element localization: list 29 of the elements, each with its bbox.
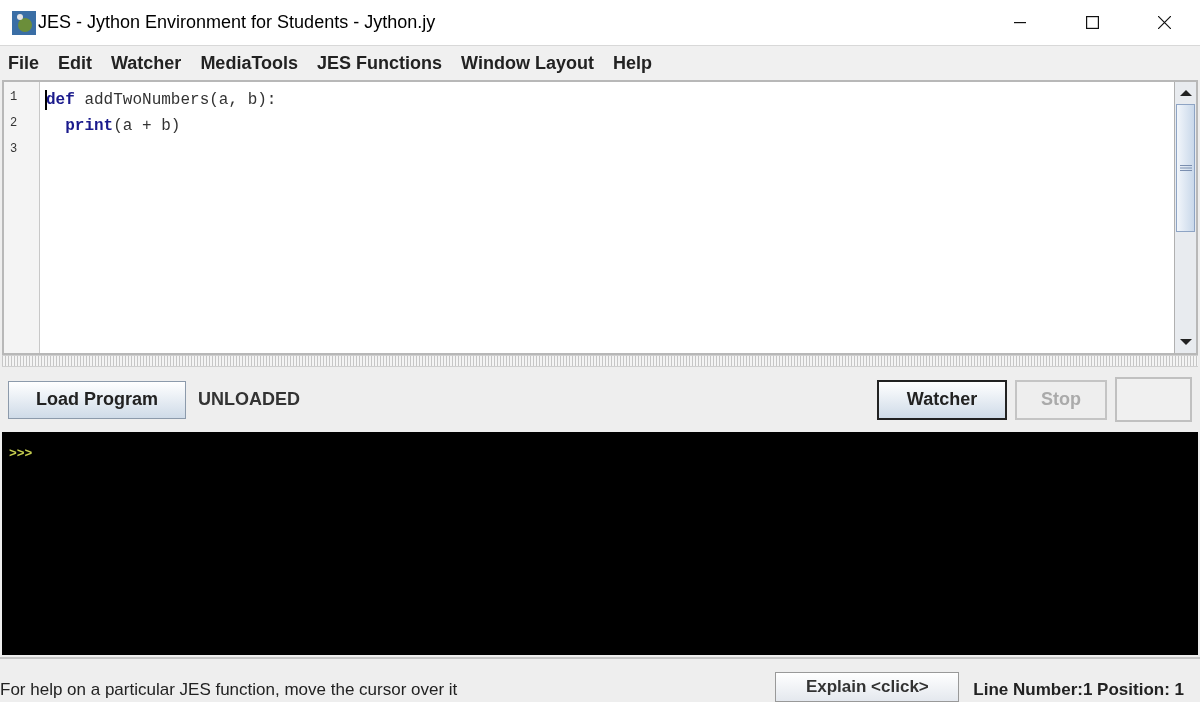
minimize-icon [1014, 21, 1026, 24]
maximize-icon [1085, 16, 1099, 29]
line-number: 1 [9, 89, 19, 106]
scrollbar-thumb[interactable] [1176, 104, 1195, 232]
console-prompt: >>> [9, 446, 33, 461]
menu-item[interactable]: File [8, 49, 39, 77]
code-line: print(a + b) [64, 116, 181, 137]
line-number: 3 [9, 141, 19, 158]
load-status-label: UNLOADED [198, 388, 300, 411]
text-cursor [45, 90, 47, 110]
scrollbar[interactable] [1174, 82, 1196, 353]
explain-button[interactable]: Explain <click> [775, 672, 960, 702]
menu-item[interactable]: Edit [58, 49, 92, 77]
menu-item[interactable]: JES Functions [317, 49, 443, 77]
toolbar-button[interactable]: Watcher [877, 379, 1007, 420]
help-text: For help on a particular JES function, move the cursor over it [0, 678, 458, 701]
console[interactable]: >>> [2, 432, 1198, 655]
load-program-button[interactable]: Load Program [8, 380, 186, 419]
cursor-position-label: Line Number:1 Position: 1 [973, 678, 1184, 701]
menu-item[interactable]: Help [612, 49, 652, 77]
menu-item[interactable]: MediaTools [200, 49, 299, 77]
window-title: JES - Jython Environment for Students - Jython.jy [38, 11, 436, 34]
menu-item[interactable]: Watcher [111, 49, 182, 77]
app-icon [12, 10, 36, 35]
menu-item[interactable]: Window Layout [461, 49, 594, 77]
close-icon [1157, 16, 1171, 29]
grip-icon [1179, 165, 1192, 171]
line-number: 2 [9, 115, 19, 132]
code-line: def addTwoNumbers(a, b): [46, 90, 277, 111]
